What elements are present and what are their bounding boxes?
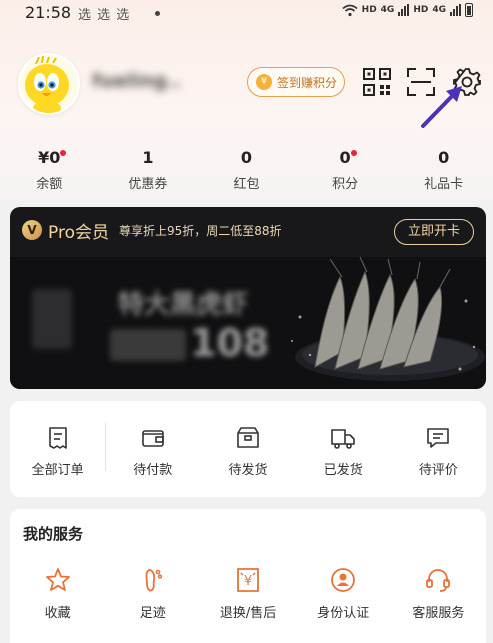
signal-icon (398, 4, 410, 16)
stat-points-label: 积分 (332, 177, 359, 192)
service-id-verify-label: 身份认证 (317, 606, 370, 621)
sign-in-points-button[interactable]: ¥ 签到赚积分 (247, 67, 345, 97)
orders-card: 全部订单 待付款 待发货 已发货 待评价 (10, 401, 486, 497)
promo-tag (110, 329, 186, 361)
service-id-verify[interactable]: 身份认证 (296, 566, 391, 621)
stat-gift-cards[interactable]: 0 礼品卡 (394, 148, 493, 192)
battery-icon (465, 3, 473, 17)
stat-coupons-value: 1 (142, 148, 154, 167)
stat-balance-label: 余额 (36, 177, 63, 192)
account-stats: ¥0 余额 1 优惠券 0 红包 0 积分 0 礼品卡 (0, 148, 493, 192)
footprint-icon (145, 569, 162, 592)
pro-open-card-button[interactable]: 立即开卡 (394, 219, 474, 245)
services-row: 收藏 足迹 ¥ 退换/售后 身份认证 客服服务 (10, 566, 486, 621)
network-4g-2: 4G (432, 5, 446, 15)
tweety-avatar-icon (20, 55, 78, 113)
order-pending-shipment[interactable]: 待发货 (200, 401, 295, 497)
stat-gift-cards-label: 礼品卡 (424, 177, 464, 192)
services-title: 我的服务 (23, 525, 84, 543)
order-pending-shipment-label: 待发货 (228, 463, 268, 478)
pro-membership-card[interactable]: V Pro会员 尊享折上95折，周二低至88折 立即开卡 特大黑虎虾 108 (10, 207, 486, 389)
promo-price: 108 (190, 321, 270, 365)
services-card: 我的服务 收藏 足迹 ¥ 退换/售后 身份认证 客服服务 (10, 509, 486, 643)
points-dot (350, 150, 357, 156)
status-icons: HD 4G HD 4G (342, 3, 473, 17)
settings-gear-icon[interactable] (452, 67, 482, 97)
wallet-icon (141, 430, 164, 447)
comment-icon (427, 428, 450, 448)
status-time: 21:58 (25, 3, 72, 22)
order-shipped[interactable]: 已发货 (296, 401, 391, 497)
service-footprints[interactable]: 足迹 (105, 566, 200, 621)
avatar[interactable] (18, 53, 80, 115)
truck-icon (331, 429, 356, 449)
stat-red-packets-label: 红包 (233, 177, 260, 192)
service-footprints-label: 足迹 (139, 606, 166, 621)
star-icon (45, 568, 70, 591)
stat-points[interactable]: 0 积分 (296, 148, 395, 192)
package-icon (237, 427, 259, 448)
network-4g-1: 4G (380, 5, 395, 15)
status-more-dot (155, 11, 160, 16)
status-notifications: 选 选 选 (78, 8, 131, 23)
service-customer-support-label: 客服服务 (412, 606, 465, 621)
promo-blurred-text: 特大黑虎虾 108 (30, 279, 280, 379)
order-all-label: 全部订单 (31, 463, 84, 478)
network-hd-2: HD (413, 5, 429, 15)
stat-coupons[interactable]: 1 优惠券 (99, 148, 198, 192)
service-refund-label: 退换/售后 (219, 606, 277, 621)
sign-in-label: 签到赚积分 (277, 75, 338, 90)
stat-balance-value: ¥0 (38, 148, 61, 167)
service-favorites[interactable]: 收藏 (10, 566, 105, 621)
qr-code-icon[interactable] (362, 67, 392, 97)
order-all[interactable]: 全部订单 (10, 401, 105, 497)
order-pending-payment[interactable]: 待付款 (105, 401, 200, 497)
stat-gift-cards-value: 0 (438, 148, 450, 167)
headset-icon (426, 569, 451, 592)
order-pending-review[interactable]: 待评价 (391, 401, 486, 497)
stat-red-packets-value: 0 (240, 148, 253, 167)
network-hd-1: HD (361, 5, 377, 15)
stat-coupons-label: 优惠券 (128, 177, 168, 192)
service-refund[interactable]: ¥ 退换/售后 (200, 566, 295, 621)
pro-subtitle: 尊享折上95折，周二低至88折 (118, 223, 282, 238)
id-verify-icon (331, 568, 356, 592)
stat-points-value: 0 (339, 148, 351, 167)
stat-red-packets[interactable]: 0 红包 (197, 148, 296, 192)
scan-icon[interactable] (406, 67, 436, 97)
username[interactable]: fueling.. (92, 70, 184, 96)
balance-dot (60, 150, 67, 156)
order-shipped-label: 已发货 (323, 463, 363, 478)
service-favorites-label: 收藏 (44, 606, 71, 621)
pro-badge-icon: V (22, 220, 42, 240)
shrimp-image (291, 257, 485, 381)
promo-title: 特大黑虎虾 (118, 290, 249, 320)
order-pending-review-label: 待评价 (418, 463, 458, 478)
order-pending-payment-label: 待付款 (133, 463, 173, 478)
order-list-icon (48, 427, 67, 449)
signal-icon-2 (450, 4, 461, 16)
svg-text:¥: ¥ (244, 574, 252, 589)
pro-title: Pro会员 (48, 222, 109, 243)
promo-logo (32, 289, 72, 349)
wifi-icon (342, 4, 358, 16)
coin-icon: ¥ (256, 74, 272, 90)
stat-balance[interactable]: ¥0 余额 (0, 148, 99, 192)
refund-icon: ¥ (237, 568, 259, 592)
status-bar: 21:58 选 选 选 HD 4G HD 4G (0, 0, 493, 26)
promo-banner[interactable]: 特大黑虎虾 108 (10, 257, 486, 389)
service-customer-support[interactable]: 客服服务 (391, 566, 486, 621)
